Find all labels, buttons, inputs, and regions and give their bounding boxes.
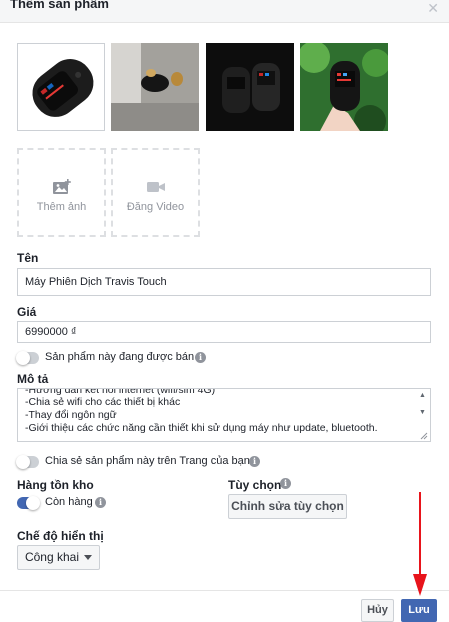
visibility-value: Công khai bbox=[24, 550, 80, 564]
caret-down-icon bbox=[84, 555, 93, 561]
video-camera-icon bbox=[147, 182, 165, 192]
dialog-title: Thêm sản phẩm bbox=[10, 0, 109, 11]
add-video-label: Đăng Video bbox=[126, 201, 185, 213]
add-video-button[interactable]: Đăng Video bbox=[111, 148, 200, 237]
for-sale-toggle[interactable] bbox=[16, 351, 39, 365]
add-photo-button[interactable]: Thêm ảnh bbox=[17, 148, 106, 237]
price-input[interactable]: 6990000 ₫ bbox=[17, 321, 431, 343]
red-arrow-annotation bbox=[413, 492, 427, 596]
share-label: Chia sẻ sản phẩm này trên Trang của bạn bbox=[45, 455, 250, 467]
description-textarea[interactable]: -Hướng dẫn kết nối internet (wifi/sim 4G… bbox=[17, 388, 431, 442]
info-icon[interactable]: i bbox=[95, 497, 106, 508]
product-photo-4[interactable] bbox=[300, 43, 388, 131]
share-toggle[interactable] bbox=[16, 455, 39, 469]
scroll-down-icon[interactable]: ▼ bbox=[419, 409, 426, 416]
description-line: -Giới thiệu các chức năng cần thiết khi … bbox=[25, 422, 378, 434]
for-sale-label: Sản phẩm này đang được bán bbox=[45, 351, 195, 363]
photo-icon bbox=[53, 179, 71, 194]
options-label: Tùy chọn bbox=[228, 478, 282, 492]
info-icon[interactable]: i bbox=[249, 456, 260, 467]
info-icon[interactable]: i bbox=[195, 352, 206, 363]
info-icon[interactable]: i bbox=[280, 478, 291, 489]
resize-grip-icon[interactable] bbox=[420, 432, 428, 440]
cancel-button[interactable]: Hủy bbox=[361, 599, 394, 622]
product-photo-3[interactable] bbox=[206, 43, 294, 131]
dialog-header: Thêm sản phẩm ✕ bbox=[0, 0, 449, 23]
stock-toggle[interactable] bbox=[17, 496, 40, 510]
close-icon[interactable]: ✕ bbox=[427, 0, 439, 17]
add-photo-label: Thêm ảnh bbox=[36, 201, 87, 213]
save-button[interactable]: Lưu bbox=[401, 599, 437, 622]
toggle-knob bbox=[16, 455, 30, 469]
description-line: -Thay đổi ngôn ngữ bbox=[25, 409, 117, 421]
product-photo-2[interactable] bbox=[111, 43, 199, 131]
stock-toggle-label: Còn hàng bbox=[45, 496, 93, 508]
toggle-knob bbox=[16, 351, 30, 365]
description-line: -Hướng dẫn kết nối internet (wifi/sim 4G… bbox=[25, 388, 216, 396]
visibility-dropdown[interactable]: Công khai bbox=[17, 545, 100, 570]
description-label: Mô tả bbox=[17, 372, 49, 386]
edit-options-button[interactable]: Chỉnh sửa tùy chọn bbox=[228, 494, 347, 519]
scroll-up-icon[interactable]: ▲ bbox=[419, 392, 426, 399]
description-line: -Chia sẻ wifi cho các thiết bị khác bbox=[25, 396, 181, 408]
toggle-knob bbox=[26, 496, 40, 510]
name-input[interactable]: Máy Phiên Dịch Travis Touch bbox=[17, 268, 431, 296]
product-photo-1[interactable] bbox=[17, 43, 105, 131]
price-label: Giá bbox=[17, 305, 37, 319]
visibility-label: Chế độ hiển thị bbox=[17, 529, 104, 543]
stock-label: Hàng tồn kho bbox=[17, 478, 94, 492]
name-label: Tên bbox=[17, 251, 39, 265]
